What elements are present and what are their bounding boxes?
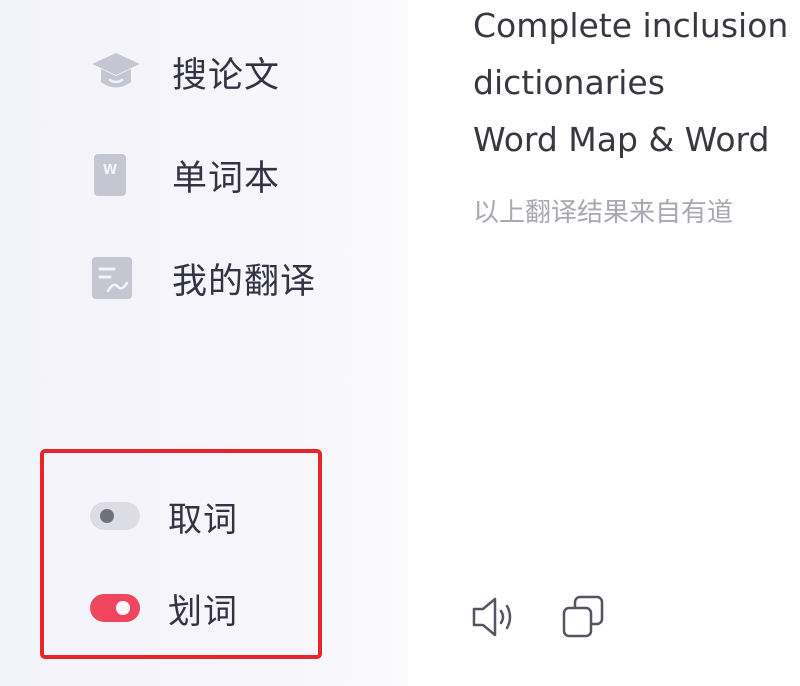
sidebar: 搜论文 W 单词本 我的翻译 取词 划词 — [0, 0, 408, 686]
translation-line: Complete inclusion — [473, 6, 789, 45]
toggle-row-pick-word[interactable]: 取词 — [90, 488, 238, 544]
svg-text:W: W — [103, 163, 117, 178]
translation-line: Word Map & Word — [473, 120, 770, 159]
select-word-toggle[interactable] — [90, 594, 140, 622]
toggle-label: 取词 — [168, 499, 238, 540]
sidebar-item-label: 单词本 — [172, 158, 281, 199]
translation-line: dictionaries — [473, 63, 665, 102]
pick-word-toggle[interactable] — [90, 502, 140, 530]
my-translation-icon — [90, 252, 142, 304]
sidebar-item-label: 我的翻译 — [172, 261, 317, 302]
sidebar-item-my-translations[interactable]: 我的翻译 — [90, 248, 316, 308]
speaker-icon[interactable] — [470, 594, 516, 640]
sidebar-item-search-papers[interactable]: 搜论文 — [90, 42, 280, 102]
wordbook-icon: W — [90, 149, 142, 201]
toggle-row-select-word[interactable]: 划词 — [90, 580, 238, 636]
toggle-label: 划词 — [168, 591, 238, 632]
sidebar-item-label: 搜论文 — [172, 55, 281, 96]
sidebar-item-wordbook[interactable]: W 单词本 — [90, 145, 280, 205]
translation-source-note: 以上翻译结果来自有道 — [473, 198, 734, 228]
graduation-cap-icon — [90, 46, 142, 98]
translation-panel: Complete inclusion dictionaries Word Map… — [408, 0, 800, 686]
copy-icon[interactable] — [560, 594, 606, 640]
